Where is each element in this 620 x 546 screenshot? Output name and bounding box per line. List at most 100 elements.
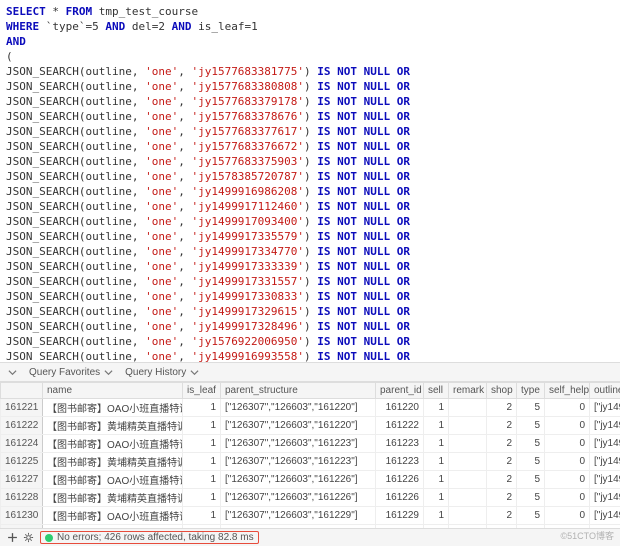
column-header[interactable]: self_help (545, 383, 590, 399)
settings-button[interactable] (20, 530, 36, 546)
table-cell[interactable]: 2 (487, 417, 517, 435)
table-cell[interactable]: 5 (517, 453, 545, 471)
table-cell[interactable]: 1 (424, 453, 449, 471)
table-cell[interactable]: ["jy1499917127754","jy14 (590, 453, 620, 471)
table-cell[interactable] (449, 489, 487, 507)
table-cell[interactable]: ["jy1499917127754","jy14 (590, 435, 620, 453)
table-cell[interactable]: 【图书邮寄】黄埔精英直播特训营系… (43, 453, 183, 471)
table-row[interactable]: 161227【图书邮寄】OAO小班直播特训营系…1["126307","1266… (1, 471, 620, 489)
table-cell[interactable]: 161220 (376, 399, 424, 417)
query-history-dropdown[interactable]: Query History (125, 367, 199, 378)
table-cell[interactable]: ["126307","126603","161223"] (221, 435, 376, 453)
table-cell[interactable]: 【图书邮寄】OAO小班直播特训营系… (43, 435, 183, 453)
table-cell[interactable]: 161221 (1, 399, 43, 417)
column-header[interactable]: shop (487, 383, 517, 399)
column-header[interactable]: parent_id (376, 383, 424, 399)
table-cell[interactable]: 2 (487, 507, 517, 525)
table-cell[interactable]: 161222 (376, 417, 424, 435)
table-cell[interactable]: 0 (545, 471, 590, 489)
table-cell[interactable]: 1 (424, 435, 449, 453)
table-cell[interactable]: 161227 (1, 471, 43, 489)
table-row[interactable]: 161228【图书邮寄】黄埔精英直播特训营系…1["126307","12660… (1, 489, 620, 507)
table-cell[interactable]: 0 (545, 489, 590, 507)
table-cell[interactable]: 1 (424, 471, 449, 489)
table-cell[interactable] (449, 399, 487, 417)
column-header[interactable]: name (43, 383, 183, 399)
table-cell[interactable]: 1 (183, 453, 221, 471)
column-header[interactable]: is_leaf (183, 383, 221, 399)
table-cell[interactable]: 5 (517, 507, 545, 525)
table-cell[interactable] (449, 435, 487, 453)
table-row[interactable]: 161230【图书邮寄】OAO小班直播特训营系…1["126307","1266… (1, 507, 620, 525)
table-cell[interactable]: 1 (183, 471, 221, 489)
table-cell[interactable]: 1 (183, 489, 221, 507)
table-cell[interactable]: 2 (487, 471, 517, 489)
table-cell[interactable]: 0 (545, 417, 590, 435)
table-cell[interactable]: 5 (517, 435, 545, 453)
table-cell[interactable]: ["126307","126603","161220"] (221, 417, 376, 435)
column-header[interactable]: parent_structure (221, 383, 376, 399)
table-cell[interactable]: 5 (517, 489, 545, 507)
table-cell[interactable]: 161226 (376, 471, 424, 489)
table-cell[interactable]: ["126307","126603","161226"] (221, 489, 376, 507)
table-cell[interactable]: 【图书邮寄】黄埔精英直播特训营系… (43, 489, 183, 507)
table-cell[interactable]: 1 (183, 399, 221, 417)
table-cell[interactable]: ["126307","126603","161229"] (221, 507, 376, 525)
table-cell[interactable] (449, 507, 487, 525)
table-cell[interactable]: 0 (545, 435, 590, 453)
table-row[interactable]: 161225【图书邮寄】黄埔精英直播特训营系…1["126307","12660… (1, 453, 620, 471)
table-cell[interactable]: 161224 (1, 435, 43, 453)
table-cell[interactable]: 【图书邮寄】黄埔精英直播特训营系… (43, 417, 183, 435)
column-header[interactable]: remark (449, 383, 487, 399)
table-row[interactable]: 161224【图书邮寄】OAO小班直播特训营系…1["126307","1266… (1, 435, 620, 453)
sql-editor[interactable]: SELECT * FROM tmp_test_course WHERE `typ… (0, 0, 620, 362)
table-cell[interactable]: 0 (545, 453, 590, 471)
table-cell[interactable]: 【图书邮寄】OAO小班直播特训营系… (43, 399, 183, 417)
table-cell[interactable]: 2 (487, 453, 517, 471)
table-cell[interactable] (449, 471, 487, 489)
table-row[interactable]: 161221【图书邮寄】OAO小班直播特训营系…1["126307","1266… (1, 399, 620, 417)
table-cell[interactable]: 1 (183, 417, 221, 435)
table-cell[interactable]: ["126307","126603","161226"] (221, 471, 376, 489)
table-cell[interactable]: 0 (545, 507, 590, 525)
table-cell[interactable]: ["126307","126603","161220"] (221, 399, 376, 417)
table-cell[interactable]: 【图书邮寄】OAO小班直播特训营系… (43, 507, 183, 525)
table-body[interactable]: 161221【图书邮寄】OAO小班直播特训营系…1["126307","1266… (1, 399, 620, 529)
table-cell[interactable]: 161222 (1, 417, 43, 435)
table-cell[interactable]: 【图书邮寄】OAO小班直播特训营系… (43, 471, 183, 489)
table-cell[interactable]: 0 (545, 399, 590, 417)
table-cell[interactable]: 5 (517, 417, 545, 435)
column-header[interactable] (1, 383, 43, 399)
column-header[interactable]: outline (590, 383, 620, 399)
table-cell[interactable]: 161225 (1, 453, 43, 471)
table-cell[interactable]: ["jy1499917007445","jy14 (590, 507, 620, 525)
results-table[interactable]: nameis_leafparent_structureparent_idsell… (0, 382, 620, 528)
table-cell[interactable]: 161226 (376, 489, 424, 507)
table-cell[interactable]: 2 (487, 399, 517, 417)
query-favorites-dropdown[interactable]: Query Favorites (29, 367, 113, 378)
table-cell[interactable]: 161223 (376, 435, 424, 453)
toolbar-spacer-left[interactable] (8, 368, 17, 377)
table-cell[interactable]: 1 (424, 399, 449, 417)
table-cell[interactable]: 1 (183, 507, 221, 525)
table-cell[interactable]: ["jy1499917007445","jy14 (590, 417, 620, 435)
table-cell[interactable]: 2 (487, 489, 517, 507)
table-cell[interactable] (449, 417, 487, 435)
table-cell[interactable] (449, 453, 487, 471)
column-header[interactable]: type (517, 383, 545, 399)
add-row-button[interactable] (4, 530, 20, 546)
table-cell[interactable]: 161223 (376, 453, 424, 471)
table-cell[interactable]: 161229 (376, 507, 424, 525)
table-cell[interactable]: 1 (424, 489, 449, 507)
table-cell[interactable]: ["126307","126603","161223"] (221, 453, 376, 471)
table-cell[interactable]: ["jy1499917007445","jy14 (590, 399, 620, 417)
table-cell[interactable]: 1 (424, 417, 449, 435)
table-cell[interactable]: 1 (424, 507, 449, 525)
table-cell[interactable]: 5 (517, 471, 545, 489)
table-cell[interactable]: 161228 (1, 489, 43, 507)
column-header[interactable]: sell (424, 383, 449, 399)
table-cell[interactable]: 161230 (1, 507, 43, 525)
table-cell[interactable]: 1 (183, 435, 221, 453)
table-row[interactable]: 161222【图书邮寄】黄埔精英直播特训营系…1["126307","12660… (1, 417, 620, 435)
table-cell[interactable]: ["jy1499917128843","jy14 (590, 471, 620, 489)
